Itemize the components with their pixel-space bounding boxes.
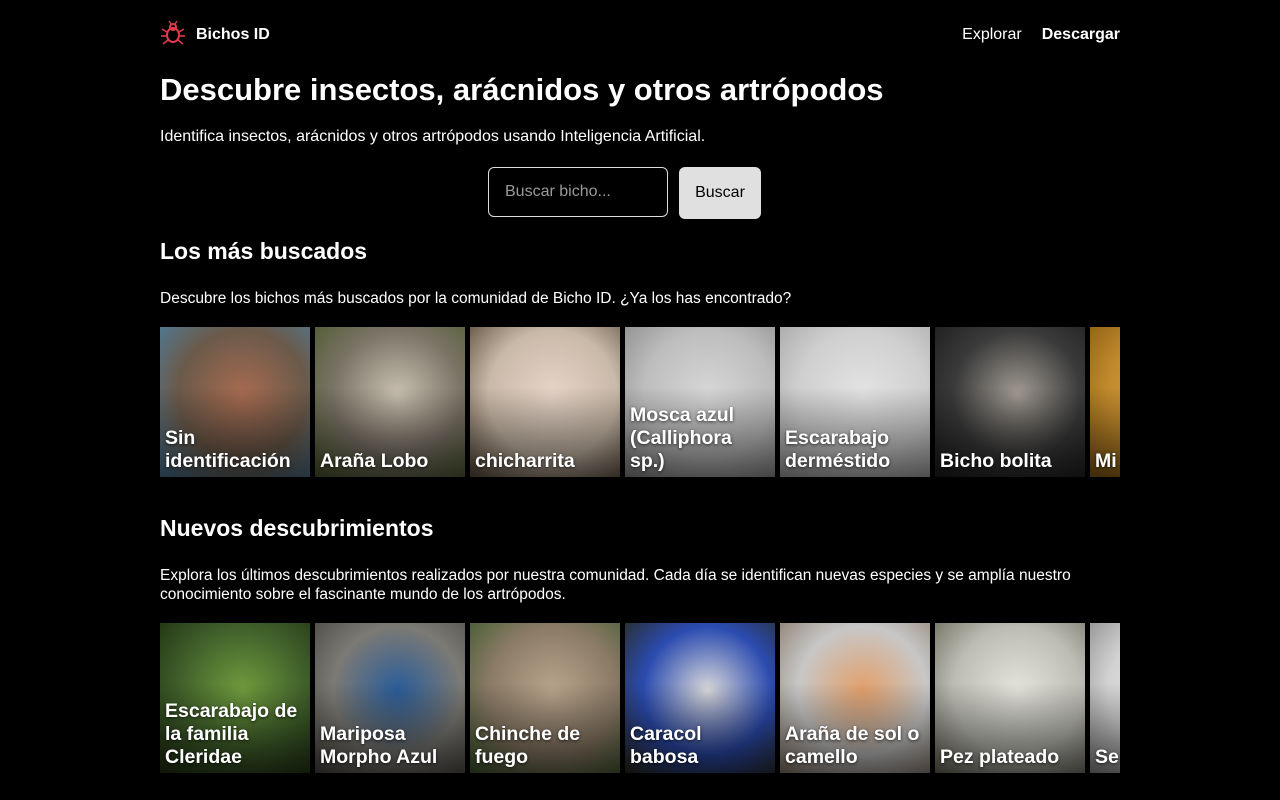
bug-card-label: Mosca azul (Calliphora sp.) xyxy=(630,404,735,472)
popular-section-description: Descubre los bichos más buscados por la … xyxy=(160,290,792,307)
bug-card[interactable]: Se Co xyxy=(1090,623,1120,773)
bug-card-label: Caracol babosa xyxy=(630,723,702,768)
bug-icon xyxy=(160,20,186,51)
brand-name: Bichos ID xyxy=(196,26,270,43)
bug-card-label: Sin identificación xyxy=(165,427,291,472)
new-section-title: Nuevos descubrimientos xyxy=(160,515,434,541)
bug-card[interactable]: Araña de sol o camello xyxy=(780,623,930,773)
page-subtitle: Identifica insectos, arácnidos y otros a… xyxy=(160,128,706,145)
bug-card[interactable]: Sin identificación xyxy=(160,327,310,477)
bug-card[interactable]: Chinche de fuego xyxy=(470,623,620,773)
main-nav: Explorar Descargar xyxy=(962,26,1120,44)
search-button[interactable]: Buscar xyxy=(679,167,761,219)
bug-card-label: Bicho bolita xyxy=(940,450,1052,472)
new-carousel[interactable]: Escarabajo de la familia Cleridae Maripos… xyxy=(160,623,1120,773)
bug-card[interactable]: Pez plateado xyxy=(935,623,1085,773)
nav-descargar[interactable]: Descargar xyxy=(1042,26,1120,44)
search-bar: Buscar xyxy=(488,167,761,219)
bug-card[interactable]: Caracol babosa xyxy=(625,623,775,773)
page-title: Descubre insectos, arácnidos y otros art… xyxy=(160,72,884,107)
bug-card-label: Araña de sol o camello xyxy=(785,723,920,768)
bug-card[interactable]: Escarabajo de la familia Cleridae xyxy=(160,623,310,773)
top-bar: Bichos ID Explorar Descargar xyxy=(160,0,1120,70)
bug-card[interactable]: Mariposa Morpho Azul xyxy=(315,623,465,773)
bug-card-label: Mi xyxy=(1095,450,1117,472)
bug-card[interactable]: Mi xyxy=(1090,327,1120,477)
bug-card[interactable]: Bicho bolita xyxy=(935,327,1085,477)
bug-card-label: Escarabajo de la familia Cleridae xyxy=(165,700,298,768)
search-input[interactable] xyxy=(488,167,668,217)
bug-card[interactable]: chicharrita xyxy=(470,327,620,477)
popular-carousel[interactable]: Sin identificación Araña Lobo chicharrita M… xyxy=(160,327,1120,477)
page: Bichos ID Explorar Descargar Descubre in… xyxy=(160,0,1120,773)
bug-card[interactable]: Araña Lobo xyxy=(315,327,465,477)
bug-card-label: Pez plateado xyxy=(940,746,1060,768)
new-section-description: Explora los últimos descubrimientos real… xyxy=(160,567,1071,603)
popular-section-title: Los más buscados xyxy=(160,238,368,264)
bug-card-label: Escarabajo derméstido xyxy=(785,427,891,472)
bug-card-label: Araña Lobo xyxy=(320,450,429,472)
bug-card-label: Mariposa Morpho Azul xyxy=(320,723,438,768)
brand-link[interactable]: Bichos ID xyxy=(160,20,270,51)
bug-card-label: Se Co xyxy=(1095,746,1120,768)
bug-card-label: Chinche de fuego xyxy=(475,723,581,768)
bug-card[interactable]: Escarabajo derméstido xyxy=(780,327,930,477)
nav-explorar[interactable]: Explorar xyxy=(962,26,1022,44)
bug-card[interactable]: Mosca azul (Calliphora sp.) xyxy=(625,327,775,477)
bug-card-label: chicharrita xyxy=(475,450,575,472)
